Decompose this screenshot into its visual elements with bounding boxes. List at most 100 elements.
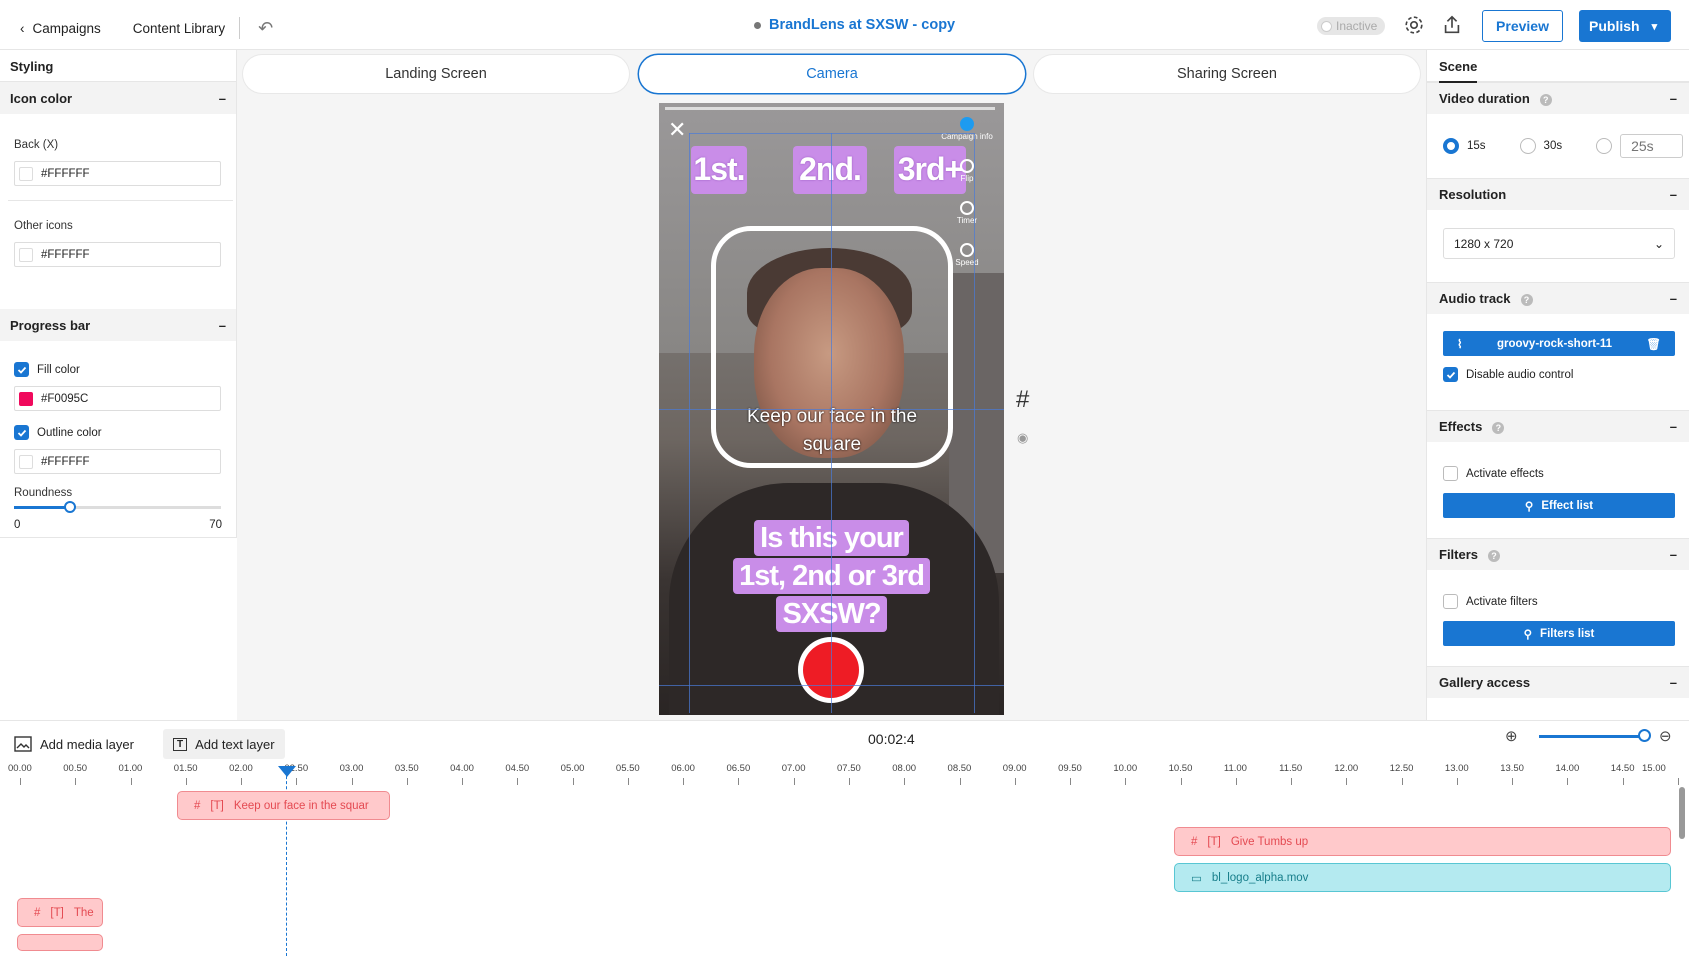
timeline-scrollbar[interactable]: [1679, 787, 1685, 839]
layer-partial[interactable]: [17, 934, 103, 951]
effects-section[interactable]: Effects? –: [1427, 410, 1689, 442]
resolution-select[interactable]: 1280 x 720 ⌄: [1443, 228, 1675, 259]
collapse-icon[interactable]: –: [1670, 547, 1677, 562]
icon-color-section[interactable]: Icon color –: [0, 82, 236, 114]
campaign-info-button[interactable]: Campaign info: [939, 117, 995, 141]
camera-preview[interactable]: ✕ 1st. 2nd. 3rd+ Campaign info Flip Time…: [659, 103, 1004, 715]
fill-color-input[interactable]: #F0095C: [14, 386, 221, 411]
slider-handle[interactable]: [63, 501, 76, 513]
back-color-input[interactable]: #FFFFFF: [14, 161, 221, 186]
color-swatch[interactable]: [19, 454, 33, 469]
sticker-1st[interactable]: 1st.: [691, 146, 747, 194]
effect-list-button[interactable]: ⚲ Effect list: [1443, 493, 1675, 518]
sticker-2nd[interactable]: 2nd.: [793, 146, 867, 194]
zoom-slider[interactable]: [1539, 729, 1651, 742]
roundness-label: Roundness: [14, 487, 73, 499]
collapse-icon[interactable]: –: [219, 91, 226, 106]
trash-icon[interactable]: 🗑: [1646, 337, 1661, 351]
ruler-tick: 05.50: [615, 763, 640, 774]
tab-landing-screen[interactable]: Landing Screen: [243, 55, 629, 93]
slider-handle[interactable]: [1638, 729, 1651, 742]
outline-color-input[interactable]: #FFFFFF: [14, 449, 221, 474]
grid-icon[interactable]: #: [1016, 386, 1029, 414]
caption-text[interactable]: Keep our face in the square: [725, 403, 939, 459]
duration-30s-radio[interactable]: [1519, 138, 1536, 154]
gallery-access-section[interactable]: Gallery access –: [1427, 666, 1689, 698]
outline-color-checkbox[interactable]: [14, 425, 29, 440]
duration-custom-radio[interactable]: [1596, 138, 1613, 154]
timer-button[interactable]: Timer: [939, 201, 995, 225]
ruler-mark: [1014, 778, 1016, 785]
disable-audio-checkbox[interactable]: [1443, 367, 1458, 382]
timer-icon: [960, 201, 974, 215]
activate-filters-checkbox[interactable]: [1443, 594, 1458, 609]
layer-the[interactable]: # [T] The: [17, 898, 103, 927]
activate-effects-checkbox[interactable]: [1443, 466, 1458, 481]
layer-keep-face[interactable]: # [T] Keep our face in the squar: [177, 791, 390, 820]
content-library-link[interactable]: Content Library: [133, 21, 225, 36]
color-swatch[interactable]: [19, 391, 33, 406]
layer-give-tumbs-up[interactable]: # [T] Give Tumbs up: [1174, 827, 1671, 856]
link-icon: ⚲: [1523, 628, 1533, 641]
publish-button[interactable]: Publish ▾: [1579, 10, 1671, 42]
duration-15s-radio[interactable]: [1443, 138, 1459, 154]
add-media-layer-button[interactable]: Add media layer: [4, 729, 144, 759]
tab-scene[interactable]: Scene: [1427, 50, 1689, 83]
preview-button[interactable]: Preview: [1482, 10, 1563, 42]
toggle-label: Inactive: [1336, 19, 1378, 33]
help-icon[interactable]: ?: [1520, 294, 1533, 306]
help-icon[interactable]: ?: [1539, 94, 1552, 106]
text-icon: [T]: [50, 906, 64, 919]
color-swatch[interactable]: [19, 166, 33, 181]
audio-file-chip[interactable]: ⌇ groovy-rock-short-11 🗑: [1443, 331, 1675, 356]
flip-button[interactable]: Flip: [939, 159, 995, 183]
help-icon[interactable]: ?: [1488, 550, 1501, 562]
share-icon[interactable]: [1441, 14, 1463, 36]
custom-duration-input[interactable]: [1620, 134, 1684, 158]
close-icon[interactable]: ✕: [668, 117, 686, 143]
zoom-in-icon[interactable]: ⊕: [1505, 727, 1518, 745]
chevron-down-icon[interactable]: ▾: [1652, 20, 1658, 33]
campaign-title[interactable]: BrandLens at SXSW - copy: [754, 17, 955, 33]
help-icon[interactable]: ?: [1492, 422, 1505, 434]
resolution-section[interactable]: Resolution –: [1427, 178, 1689, 210]
filters-section[interactable]: Filters? –: [1427, 538, 1689, 570]
section-title: Progress bar: [10, 317, 91, 333]
gear-icon[interactable]: [1403, 14, 1425, 36]
speed-icon: [960, 243, 974, 257]
checkbox-label: Disable audio control: [1466, 368, 1574, 381]
video-duration-section[interactable]: Video duration? –: [1427, 82, 1689, 114]
collapse-icon[interactable]: –: [1670, 675, 1677, 690]
ruler-mark: [1678, 778, 1679, 785]
breadcrumb: ‹ Campaigns Content Library ↶: [20, 17, 273, 39]
ruler-tick: 07.50: [837, 763, 861, 774]
eye-icon[interactable]: ◉: [1017, 430, 1028, 446]
link-icon: ⚲: [1524, 500, 1534, 513]
ruler-tick: 12.50: [1389, 763, 1414, 774]
ruler-tick: 04.00: [450, 763, 474, 774]
grid-icon: #: [34, 906, 41, 919]
progress-bar-section[interactable]: Progress bar –: [0, 309, 236, 341]
collapse-icon[interactable]: –: [1670, 291, 1677, 306]
roundness-slider[interactable]: [14, 501, 221, 513]
filters-list-button[interactable]: ⚲ Filters list: [1443, 621, 1675, 646]
add-text-layer-button[interactable]: T Add text layer: [163, 729, 285, 759]
zoom-out-icon[interactable]: ⊖: [1659, 727, 1672, 745]
tab-camera[interactable]: Camera: [639, 55, 1025, 93]
audio-track-section[interactable]: Audio track? –: [1427, 282, 1689, 314]
radio-label: 30s: [1543, 140, 1563, 152]
active-toggle[interactable]: Inactive: [1317, 17, 1385, 35]
collapse-icon[interactable]: –: [1670, 187, 1677, 202]
fill-color-checkbox[interactable]: [14, 362, 29, 377]
undo-icon[interactable]: ↶: [258, 18, 273, 39]
campaigns-link[interactable]: Campaigns: [33, 21, 101, 36]
back-chevron-icon[interactable]: ‹: [20, 21, 25, 36]
other-icons-color-input[interactable]: #FFFFFF: [14, 242, 221, 267]
collapse-icon[interactable]: –: [1670, 419, 1677, 434]
color-swatch[interactable]: [19, 247, 33, 262]
layer-logo-video[interactable]: ▭ bl_logo_alpha.mov: [1174, 863, 1671, 892]
time-ruler[interactable]: 00.00 00.50 01.00 01.50 02.00 02.50 03.00 03.50…: [0, 761, 1689, 791]
tab-sharing-screen[interactable]: Sharing Screen: [1034, 55, 1420, 93]
collapse-icon[interactable]: –: [219, 318, 226, 333]
collapse-icon[interactable]: –: [1670, 91, 1677, 106]
